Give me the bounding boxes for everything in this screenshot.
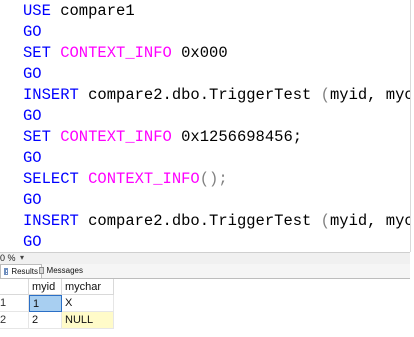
table-cell-null[interactable]: NULL xyxy=(62,312,114,329)
column-header[interactable]: myid xyxy=(29,279,62,295)
operator: ( xyxy=(320,212,330,230)
tab-messages-label: Messages xyxy=(46,266,83,275)
identifier: myid, mych xyxy=(329,212,410,230)
row-number[interactable]: 1 xyxy=(0,295,29,312)
identifier: compare2.dbo.TriggerTest xyxy=(78,86,321,104)
code-line: SET CONTEXT_INFO 0x000 xyxy=(23,44,228,63)
code-line: INSERT compare2.dbo.TriggerTest (myid, m… xyxy=(23,86,410,105)
code-line: SET CONTEXT_INFO 0x1256698456; xyxy=(23,128,302,147)
code-line: GO xyxy=(23,107,42,126)
keyword: INSERT xyxy=(23,212,79,230)
keyword: INSERT xyxy=(23,86,79,104)
zoom-level[interactable]: 0 % xyxy=(0,253,16,263)
column-header[interactable]: mychar xyxy=(62,279,114,295)
results-tab-strip: Results Messages xyxy=(0,264,410,279)
operator: ( xyxy=(320,86,330,104)
table-cell[interactable]: 2 xyxy=(29,312,62,329)
function-name: CONTEXT_INFO xyxy=(50,128,172,146)
chevron-down-icon[interactable]: ▾ xyxy=(20,253,24,262)
identifier: compare1 xyxy=(50,2,135,20)
keyword: SET xyxy=(23,44,51,62)
function-name: CONTEXT_INFO xyxy=(78,170,200,188)
literal: 0x000 xyxy=(171,44,228,62)
keyword: GO xyxy=(23,233,42,251)
code-line: INSERT compare2.dbo.TriggerTest (myid, m… xyxy=(23,212,410,231)
code-line: GO xyxy=(23,23,42,42)
keyword: SET xyxy=(23,128,51,146)
tab-messages[interactable]: Messages xyxy=(36,264,86,277)
query-editor[interactable]: USE compare1 GO SET CONTEXT_INFO 0x000 G… xyxy=(0,0,411,252)
grid-icon xyxy=(4,268,9,275)
keyword: GO xyxy=(23,65,42,83)
identifier: compare2.dbo.TriggerTest xyxy=(78,212,321,230)
row-header-corner[interactable] xyxy=(0,279,29,295)
code-line: SELECT CONTEXT_INFO(); xyxy=(23,170,228,189)
keyword: GO xyxy=(23,23,42,41)
keyword: GO xyxy=(23,107,42,125)
code-line: USE compare1 xyxy=(23,2,135,21)
row-number[interactable]: 2 xyxy=(0,312,29,329)
code-line: GO xyxy=(23,233,42,252)
function-name: CONTEXT_INFO xyxy=(50,44,172,62)
keyword: GO xyxy=(23,191,42,209)
operator: (); xyxy=(199,170,228,188)
identifier: myid, mych xyxy=(329,86,410,104)
code-line: GO xyxy=(23,191,42,210)
literal: 0x1256698456; xyxy=(171,128,303,146)
messages-icon xyxy=(39,267,44,274)
code-line: GO xyxy=(23,65,42,84)
tab-results-label: Results xyxy=(11,267,38,276)
keyword: USE xyxy=(23,2,51,20)
code-line: GO xyxy=(23,149,42,168)
table-cell[interactable]: 1 xyxy=(29,295,62,312)
keyword: SELECT xyxy=(23,170,79,188)
keyword: GO xyxy=(23,149,42,167)
table-cell[interactable]: X xyxy=(62,295,114,312)
editor-status-strip: 0 % ▾ xyxy=(0,252,410,264)
